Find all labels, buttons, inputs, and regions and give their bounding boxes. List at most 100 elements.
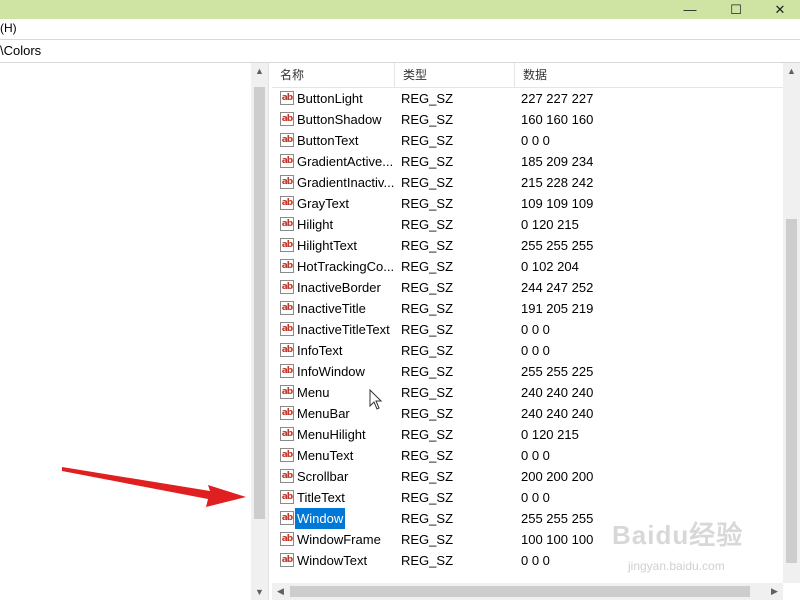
value-data: 160 160 160 bbox=[521, 112, 594, 127]
value-name[interactable]: WindowFrame bbox=[297, 529, 381, 550]
value-data: 0 0 0 bbox=[521, 133, 550, 148]
value-name[interactable]: Hilight bbox=[297, 214, 333, 235]
tree-scroll-thumb[interactable] bbox=[254, 87, 265, 519]
value-data: 255 255 225 bbox=[521, 364, 594, 379]
value-name[interactable]: MenuHilight bbox=[297, 424, 366, 445]
value-data: 240 240 240 bbox=[521, 385, 594, 400]
table-row[interactable]: ab GradientActive... REG_SZ 185 209 234 bbox=[272, 151, 783, 172]
value-data: 109 109 109 bbox=[521, 196, 594, 211]
value-name[interactable]: Scrollbar bbox=[297, 466, 348, 487]
value-type: REG_SZ bbox=[401, 490, 454, 505]
value-name[interactable]: GrayText bbox=[297, 193, 349, 214]
value-name[interactable]: HotTrackingCo... bbox=[297, 256, 394, 277]
horizontal-scroll-thumb[interactable] bbox=[290, 586, 750, 597]
address-bar[interactable]: \Colors bbox=[0, 39, 800, 63]
table-row[interactable]: ab MenuBar REG_SZ 240 240 240 bbox=[272, 403, 783, 424]
watermark: Baidu经验 jingyan.baidu.com bbox=[612, 515, 743, 573]
value-name[interactable]: InactiveBorder bbox=[297, 277, 381, 298]
scroll-up-icon[interactable]: ▲ bbox=[251, 63, 268, 79]
table-row[interactable]: ab ButtonLight REG_SZ 227 227 227 bbox=[272, 88, 783, 109]
value-name[interactable]: MenuBar bbox=[297, 403, 350, 424]
value-name[interactable]: GradientActive... bbox=[297, 151, 393, 172]
column-name[interactable]: 名称 bbox=[272, 63, 395, 87]
close-button[interactable]: ✕ bbox=[760, 0, 800, 19]
value-type: REG_SZ bbox=[401, 259, 454, 274]
scroll-down-icon[interactable]: ▼ bbox=[251, 584, 268, 600]
value-type: REG_SZ bbox=[401, 91, 454, 106]
value-type: REG_SZ bbox=[401, 511, 454, 526]
value-name[interactable]: Menu bbox=[297, 382, 330, 403]
column-data[interactable]: 数据 bbox=[515, 63, 783, 87]
reg-string-icon: ab bbox=[280, 301, 294, 315]
title-bar: — ☐ ✕ bbox=[0, 0, 800, 19]
table-row[interactable]: ab MenuHilight REG_SZ 0 120 215 bbox=[272, 424, 783, 445]
table-row[interactable]: ab Scrollbar REG_SZ 200 200 200 bbox=[272, 466, 783, 487]
reg-string-icon: ab bbox=[280, 217, 294, 231]
value-name[interactable]: ButtonShadow bbox=[297, 109, 382, 130]
value-name[interactable]: HilightText bbox=[297, 235, 357, 256]
table-row[interactable]: ab InactiveTitleText REG_SZ 0 0 0 bbox=[272, 319, 783, 340]
list-vertical-scrollbar[interactable]: ▲ bbox=[783, 63, 800, 583]
maximize-button[interactable]: ☐ bbox=[716, 0, 756, 19]
value-name[interactable]: InfoWindow bbox=[297, 361, 365, 382]
menu-item-help[interactable]: (H) bbox=[0, 19, 17, 38]
list-header: 名称 类型 数据 bbox=[272, 63, 783, 88]
value-data: 0 0 0 bbox=[521, 448, 550, 463]
value-data: 0 0 0 bbox=[521, 322, 550, 337]
value-data: 0 0 0 bbox=[521, 490, 550, 505]
table-row[interactable]: ab ButtonShadow REG_SZ 160 160 160 bbox=[272, 109, 783, 130]
table-row[interactable]: ab InactiveTitle REG_SZ 191 205 219 bbox=[272, 298, 783, 319]
value-name[interactable]: InactiveTitleText bbox=[297, 319, 390, 340]
table-row[interactable]: ab MenuText REG_SZ 0 0 0 bbox=[272, 445, 783, 466]
address-path: \Colors bbox=[0, 43, 42, 58]
value-data: 100 100 100 bbox=[521, 532, 594, 547]
table-row[interactable]: ab GradientInactiv... REG_SZ 215 228 242 bbox=[272, 172, 783, 193]
value-name[interactable]: WindowText bbox=[297, 550, 367, 571]
table-row[interactable]: ab Menu REG_SZ 240 240 240 bbox=[272, 382, 783, 403]
reg-string-icon: ab bbox=[280, 364, 294, 378]
value-name[interactable]: MenuText bbox=[297, 445, 353, 466]
value-name[interactable]: Window bbox=[295, 508, 346, 529]
value-type: REG_SZ bbox=[401, 238, 454, 253]
reg-string-icon: ab bbox=[280, 511, 294, 525]
value-name[interactable]: InfoText bbox=[297, 340, 343, 361]
table-row[interactable]: ab HotTrackingCo... REG_SZ 0 102 204 bbox=[272, 256, 783, 277]
scroll-up-icon[interactable]: ▲ bbox=[783, 63, 800, 79]
table-row[interactable]: ab GrayText REG_SZ 109 109 109 bbox=[272, 193, 783, 214]
value-type: REG_SZ bbox=[401, 112, 454, 127]
table-row[interactable]: ab Hilight REG_SZ 0 120 215 bbox=[272, 214, 783, 235]
table-row[interactable]: ab InfoText REG_SZ 0 0 0 bbox=[272, 340, 783, 361]
tree-vertical-scrollbar[interactable]: ▲ ▼ bbox=[251, 63, 268, 600]
red-arrow-annotation bbox=[62, 467, 246, 507]
value-data: 185 209 234 bbox=[521, 154, 594, 169]
value-name[interactable]: TitleText bbox=[297, 487, 345, 508]
table-row[interactable]: ab ButtonText REG_SZ 0 0 0 bbox=[272, 130, 783, 151]
table-row[interactable]: ab InfoWindow REG_SZ 255 255 225 bbox=[272, 361, 783, 382]
scroll-right-icon[interactable]: ▶ bbox=[766, 583, 783, 599]
reg-string-icon: ab bbox=[280, 175, 294, 189]
list-scroll-thumb[interactable] bbox=[786, 219, 797, 563]
value-name[interactable]: GradientInactiv... bbox=[297, 172, 394, 193]
value-data: 0 0 0 bbox=[521, 343, 550, 358]
reg-string-icon: ab bbox=[280, 112, 294, 126]
value-name[interactable]: InactiveTitle bbox=[297, 298, 366, 319]
table-row[interactable]: ab InactiveBorder REG_SZ 244 247 252 bbox=[272, 277, 783, 298]
value-name[interactable]: ButtonLight bbox=[297, 88, 363, 109]
value-data: 255 255 255 bbox=[521, 238, 594, 253]
minimize-icon: — bbox=[683, 2, 697, 17]
minimize-button[interactable]: — bbox=[670, 0, 710, 19]
scroll-left-icon[interactable]: ◀ bbox=[272, 583, 289, 599]
reg-string-icon: ab bbox=[280, 280, 294, 294]
maximize-icon: ☐ bbox=[730, 2, 742, 17]
value-type: REG_SZ bbox=[401, 406, 454, 421]
table-row[interactable]: ab TitleText REG_SZ 0 0 0 bbox=[272, 487, 783, 508]
reg-string-icon: ab bbox=[280, 553, 294, 567]
value-data: 227 227 227 bbox=[521, 91, 594, 106]
value-name[interactable]: ButtonText bbox=[297, 130, 358, 151]
reg-string-icon: ab bbox=[280, 343, 294, 357]
value-type: REG_SZ bbox=[401, 301, 454, 316]
reg-string-icon: ab bbox=[280, 406, 294, 420]
table-row[interactable]: ab HilightText REG_SZ 255 255 255 bbox=[272, 235, 783, 256]
column-type[interactable]: 类型 bbox=[395, 63, 515, 87]
list-horizontal-scrollbar[interactable]: ◀ ▶ bbox=[272, 583, 783, 600]
